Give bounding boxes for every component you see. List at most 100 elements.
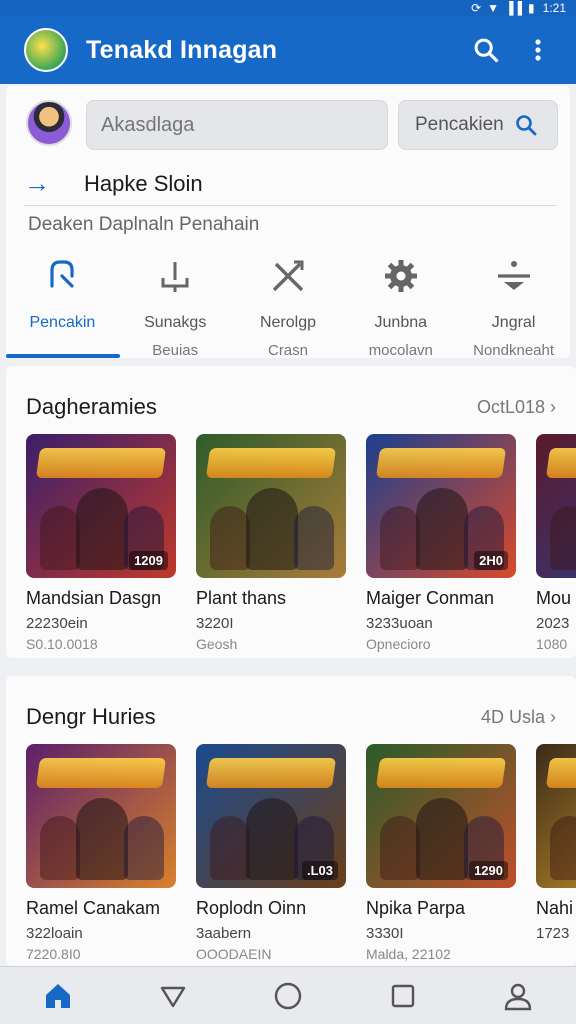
game-cover-image (536, 744, 576, 888)
game-meta: 22230ein (26, 615, 88, 632)
battery-icon: ▮ (528, 1, 535, 15)
game-section-2: Dengr Huries 4D Usla › Ramel Canakam 322… (6, 676, 576, 966)
search-button[interactable] (468, 32, 504, 68)
circle-home-icon (274, 982, 302, 1009)
swords-icon (268, 256, 308, 296)
tab-category-2[interactable]: Nerolgp Crasn (232, 252, 345, 359)
tab-label: Junbna (374, 314, 428, 331)
game-title: Nahi (536, 898, 574, 918)
tab-sublabel: mocolavn (368, 342, 433, 359)
game-title: Mandsian Dasgn (26, 588, 162, 608)
game-title: Plant thans (196, 588, 287, 608)
section-header: Dagheramies OctL018 › (26, 394, 556, 420)
game-tile[interactable]: Plant thans 3220I Geosh (196, 434, 346, 652)
avatar[interactable] (26, 100, 72, 146)
nav-back[interactable] (143, 971, 203, 1021)
app-title: Tenakd Innagan (86, 35, 278, 64)
square-recents-icon (391, 984, 415, 1007)
game-title: Maiger Conman (366, 588, 495, 608)
arrow-right-icon: → (24, 168, 50, 198)
overflow-menu-button[interactable] (520, 32, 556, 68)
game-cover-image: 1290 (366, 744, 516, 888)
game-date: Geosh (196, 636, 238, 652)
section-subtitle: Deaken Daplnaln Penahain (28, 214, 260, 235)
section-title: Dagheramies (26, 394, 157, 419)
search-input[interactable] (86, 100, 388, 150)
bottom-navigation (0, 966, 576, 1024)
nav-home-circle[interactable] (258, 971, 318, 1021)
see-more-link[interactable]: 4D Usla › (481, 707, 556, 728)
game-meta: 3233uoan (366, 615, 433, 632)
game-date: Opnecioro (366, 636, 431, 652)
tab-label: Nerolgp (259, 314, 316, 331)
game-tile[interactable]: Ramel Canakam 322loain 7220.8I0 (26, 744, 176, 962)
tab-category-3[interactable]: Junbna mocolavn (344, 252, 457, 359)
game-cover-image (536, 434, 576, 578)
tab-label: Pencakin (29, 314, 96, 331)
nav-recents[interactable] (373, 971, 433, 1021)
game-title: Npika Parpa (366, 898, 466, 918)
tab-label: Jngral (491, 314, 536, 331)
profile-icon (505, 983, 532, 1010)
wifi-icon: ▼ (487, 1, 500, 15)
game-meta: 322loain (26, 925, 83, 942)
game-meta: 3330I (366, 925, 404, 942)
cover-badge: 1290 (469, 861, 508, 880)
see-more-link[interactable]: OctL018 › (477, 397, 556, 418)
game-date: Malda, 22102 (366, 946, 451, 962)
search-button-label: Pencakien (415, 114, 504, 135)
game-cover-image (196, 434, 346, 578)
game-tile[interactable]: 1290 Npika Parpa 3330I Malda, 22102 (366, 744, 516, 962)
tab-category-1[interactable]: Sunakgs Beuias (119, 252, 232, 359)
category-tabs: Pencakin Sunakgs Beuias Nerolgp Crasn Ju… (6, 252, 570, 359)
section-header: Dengr Huries 4D Usla › (26, 704, 556, 730)
game-date: 7220.8I0 (26, 946, 81, 962)
game-title: Mou (536, 588, 572, 608)
tab-sublabel: Crasn (267, 342, 308, 359)
cover-badge: 2H0 (474, 551, 508, 570)
joystick-icon (155, 256, 195, 296)
game-tile-row: 1209 Mandsian Dasgn 22230ein S0.10.0018 … (26, 434, 576, 652)
game-tile[interactable]: Nahi 1723 (536, 744, 576, 962)
more-vert-icon (535, 39, 541, 61)
game-title: Roplodn Oinn (196, 898, 307, 918)
search-icon (515, 115, 537, 136)
game-section-1: Dagheramies OctL018 › 1209 Mandsian Dasg… (6, 366, 576, 658)
controller-outline-icon (42, 256, 82, 296)
tab-category-4[interactable]: Jngral Nondkneaht (457, 252, 570, 359)
nav-home[interactable] (28, 971, 88, 1021)
tab-sublabel: Nondkneaht (473, 342, 555, 359)
game-tile[interactable]: 1209 Mandsian Dasgn 22230ein S0.10.0018 (26, 434, 176, 652)
game-tile-row: Ramel Canakam 322loain 7220.8I0 .L03 Rop… (26, 744, 576, 962)
game-meta: 3aabern (196, 925, 252, 942)
game-tile[interactable]: 2H0 Maiger Conman 3233uoan Opnecioro (366, 434, 516, 652)
app-bar: Tenakd Innagan (0, 16, 576, 84)
gear-icon (381, 256, 421, 296)
sync-icon: ⟳ (471, 1, 482, 15)
game-date: S0.10.0018 (26, 636, 98, 652)
game-cover-image: .L03 (196, 744, 346, 888)
game-meta: 2023 (536, 615, 570, 632)
back-triangle-icon (160, 986, 185, 1007)
nav-profile[interactable] (488, 971, 548, 1021)
recent-item-label: Hapke Sloin (84, 170, 203, 196)
game-meta: 1723 (536, 925, 570, 942)
divide-icon (494, 256, 534, 296)
game-meta: 3220I (196, 615, 234, 632)
game-cover-image: 2H0 (366, 434, 516, 578)
header-card: Pencakien → Hapke Sloin Deaken Daplnaln … (6, 86, 570, 359)
game-title: Ramel Canakam (26, 898, 161, 918)
game-cover-image (26, 744, 176, 888)
status-bar: ⟳ ▼ ▐▐ ▮ 1:21 (0, 0, 576, 16)
game-date: OOODAEIN (196, 946, 272, 962)
cover-badge: 1209 (129, 551, 168, 570)
game-date: 1080 (536, 636, 568, 652)
tab-category-0[interactable]: Pencakin (6, 252, 120, 358)
status-time: 1:21 (542, 1, 566, 15)
game-tile[interactable]: .L03 Roplodn Oinn 3aabern OOODAEIN (196, 744, 346, 962)
tab-label: Sunakgs (144, 314, 207, 331)
game-tile[interactable]: Mou 2023 1080 (536, 434, 576, 652)
recent-item[interactable]: → Hapke Sloin (24, 162, 556, 206)
search-action-button[interactable]: Pencakien (398, 100, 558, 150)
app-logo (24, 28, 68, 72)
